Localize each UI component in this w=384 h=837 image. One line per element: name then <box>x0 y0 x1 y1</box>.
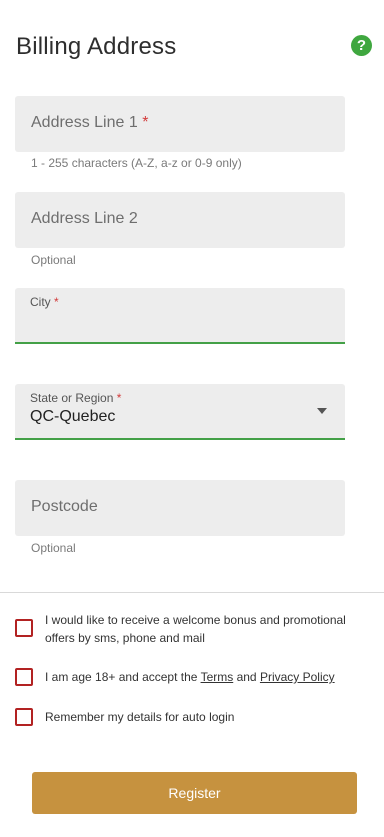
remember-me-label: Remember my details for auto login <box>45 710 235 724</box>
privacy-policy-link[interactable]: Privacy Policy <box>260 670 335 684</box>
address-line-2-hint: Optional <box>31 253 76 267</box>
promo-consent-label: I would like to receive a welcome bonus … <box>45 613 346 645</box>
remember-me-checkbox[interactable] <box>15 708 33 726</box>
address-line-2-field[interactable]: Address Line 2 <box>15 192 345 248</box>
address-line-1-hint: 1 - 255 characters (A-Z, a-z or 0-9 only… <box>31 156 242 170</box>
register-button[interactable]: Register <box>32 772 357 814</box>
postcode-field[interactable]: Postcode <box>15 480 345 536</box>
help-icon[interactable]: ? <box>351 35 372 56</box>
address-line-1-field[interactable]: Address Line 1 * <box>15 96 345 152</box>
billing-header: Billing Address ? <box>16 33 372 63</box>
state-region-label: State or Region * <box>30 391 122 405</box>
city-field[interactable]: City * <box>15 288 345 344</box>
address-line-1-placeholder: Address Line 1 * <box>31 114 149 131</box>
age-terms-checkbox[interactable] <box>15 668 33 686</box>
state-region-select[interactable]: State or Region * QC-Quebec <box>15 384 345 440</box>
postcode-placeholder: Postcode <box>31 498 98 515</box>
page-title: Billing Address <box>16 33 177 60</box>
terms-link[interactable]: Terms <box>201 670 234 684</box>
chevron-down-icon[interactable] <box>317 408 327 414</box>
postcode-hint: Optional <box>31 541 76 555</box>
promo-checkbox[interactable] <box>15 619 33 637</box>
city-label: City * <box>30 295 59 309</box>
section-divider <box>0 592 384 593</box>
state-region-value: QC-Quebec <box>30 408 116 425</box>
address-line-2-placeholder: Address Line 2 <box>31 210 138 227</box>
age-terms-label: I am age 18+ and accept the Terms and Pr… <box>45 670 335 684</box>
